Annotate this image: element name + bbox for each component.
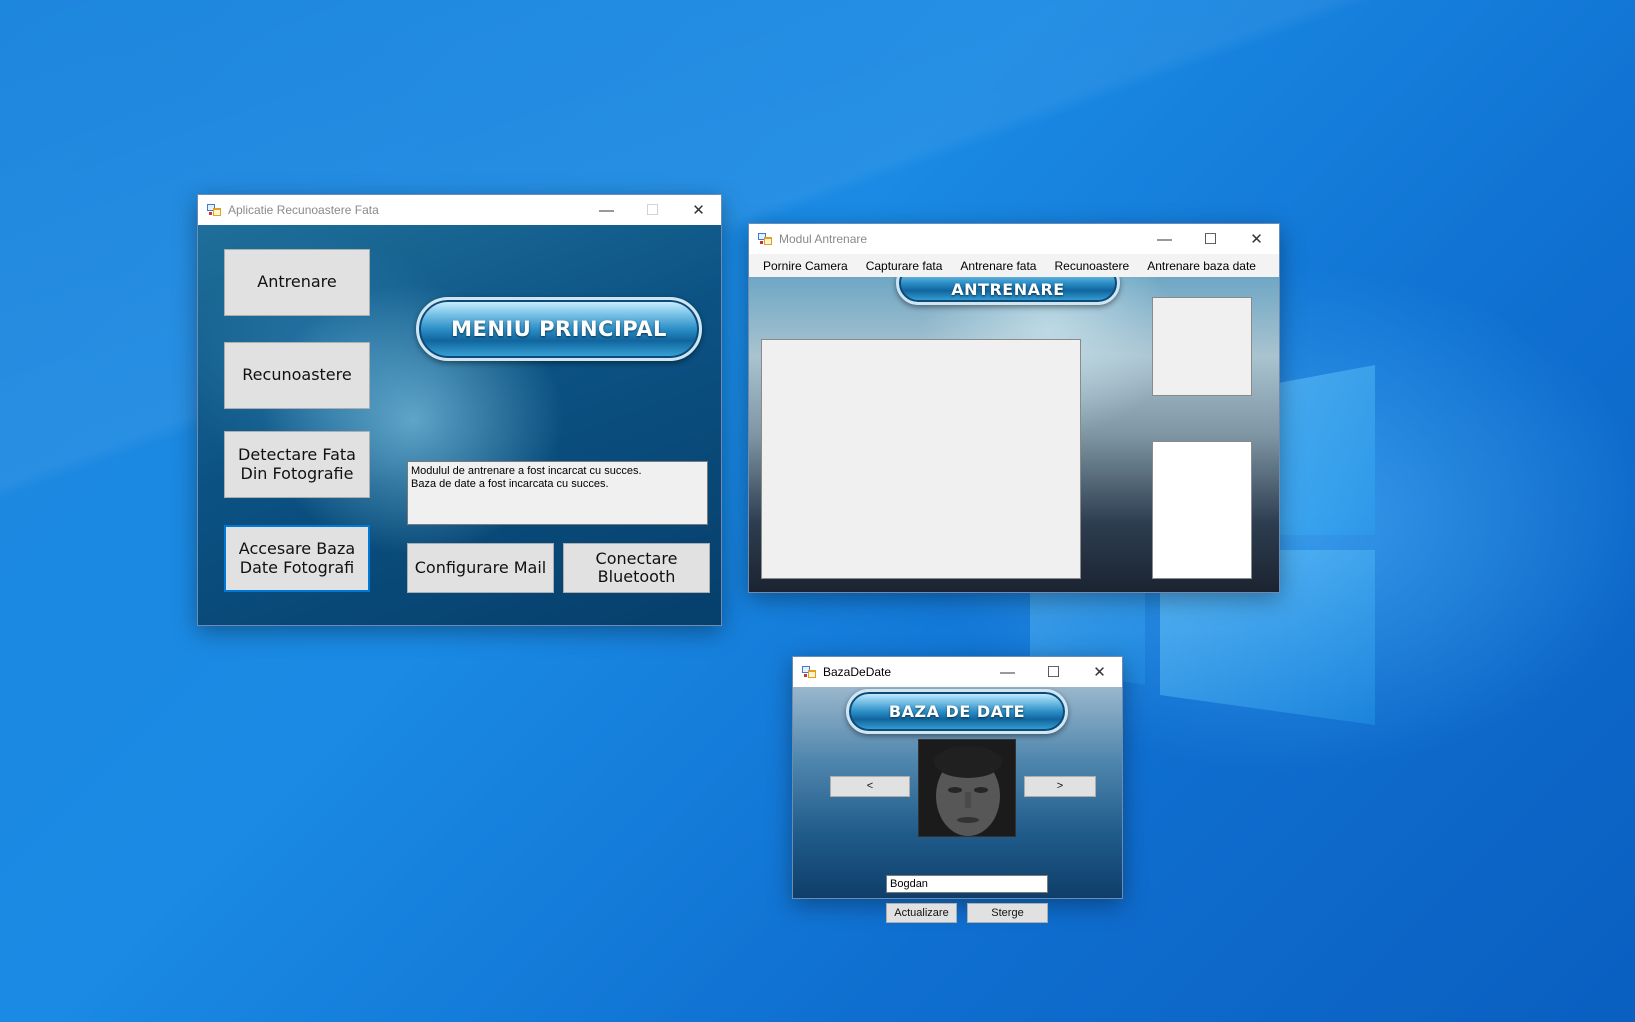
meniu-principal-banner: MENIU PRINCIPAL: [416, 297, 702, 361]
minimize-icon: —: [599, 201, 614, 219]
close-icon: ✕: [1250, 231, 1263, 248]
close-icon: ✕: [692, 202, 705, 219]
actualizare-button[interactable]: Actualizare: [886, 903, 957, 923]
window-title: Aplicatie Recunoastere Fata: [228, 203, 379, 217]
maximize-icon: ☐: [645, 202, 660, 219]
menu-capturare-fata[interactable]: Capturare fata: [857, 259, 952, 273]
configurare-mail-button[interactable]: Configurare Mail: [407, 543, 554, 593]
captured-face-preview: [1152, 297, 1252, 396]
log-line: Modulul de antrenare a fost incarcat cu …: [411, 465, 642, 477]
log-line: Baza de date a fost incarcata cu succes.: [411, 478, 609, 490]
antrenare-banner: ANTRENARE: [896, 277, 1120, 305]
face-photo: [918, 739, 1016, 837]
accesare-baza-date-button[interactable]: Accesare Baza Date Fotografi: [224, 525, 370, 592]
minimize-icon: —: [1000, 663, 1015, 681]
minimize-button[interactable]: —: [584, 195, 629, 225]
close-button[interactable]: ✕: [676, 195, 721, 225]
sterge-button[interactable]: Sterge: [967, 903, 1048, 923]
menu-pornire-camera[interactable]: Pornire Camera: [749, 259, 857, 273]
minimize-button[interactable]: —: [985, 657, 1030, 687]
db-window-client: BAZA DE DATE < > Actualizare Sterge: [793, 687, 1122, 923]
app-window-icon: [207, 204, 221, 216]
recognition-output-panel: [1152, 441, 1252, 579]
recunoastere-button[interactable]: Recunoastere: [224, 342, 370, 409]
training-window-titlebar[interactable]: Modul Antrenare — ☐ ✕: [749, 224, 1279, 254]
camera-preview: [761, 339, 1081, 579]
minimize-icon: —: [1157, 230, 1172, 248]
close-button[interactable]: ✕: [1077, 657, 1122, 687]
training-module-window[interactable]: Modul Antrenare — ☐ ✕ Pornire Camera Cap…: [748, 223, 1280, 593]
antrenare-button[interactable]: Antrenare: [224, 249, 370, 316]
face-image: [919, 740, 1015, 836]
menu-recunoastere[interactable]: Recunoastere: [1045, 259, 1138, 273]
conectare-bluetooth-button[interactable]: Conectare Bluetooth: [563, 543, 710, 593]
menu-antrenare-fata[interactable]: Antrenare fata: [951, 259, 1045, 273]
window-title: BazaDeDate: [823, 665, 892, 679]
database-window[interactable]: BazaDeDate — ☐ ✕ BAZA DE DATE < > Actual…: [792, 656, 1123, 923]
maximize-icon: ☐: [1046, 664, 1061, 681]
main-window-client: Antrenare Recunoastere Detectare Fata Di…: [198, 225, 721, 625]
status-log: Modulul de antrenare a fost incarcat cu …: [407, 461, 708, 525]
maximize-button[interactable]: ☐: [1188, 224, 1233, 254]
person-name-input[interactable]: [886, 875, 1048, 893]
detectare-fata-button[interactable]: Detectare Fata Din Fotografie: [224, 431, 370, 498]
minimize-button[interactable]: —: [1142, 224, 1187, 254]
training-window-client: ANTRENARE: [749, 277, 1279, 592]
close-icon: ✕: [1093, 664, 1106, 681]
window-title: Modul Antrenare: [779, 232, 868, 246]
app-window-icon: [802, 666, 816, 678]
next-button[interactable]: >: [1024, 776, 1096, 797]
maximize-button: ☐: [630, 195, 675, 225]
app-window-icon: [758, 233, 772, 245]
menu-bar: Pornire Camera Capturare fata Antrenare …: [749, 254, 1279, 277]
maximize-icon: ☐: [1203, 231, 1218, 248]
maximize-button[interactable]: ☐: [1031, 657, 1076, 687]
main-menu-window[interactable]: Aplicatie Recunoastere Fata — ☐ ✕ Antren…: [197, 194, 722, 626]
baza-de-date-banner: BAZA DE DATE: [846, 689, 1068, 734]
previous-button[interactable]: <: [830, 776, 910, 797]
main-window-titlebar[interactable]: Aplicatie Recunoastere Fata — ☐ ✕: [198, 195, 721, 225]
menu-antrenare-baza-date[interactable]: Antrenare baza date: [1138, 259, 1265, 273]
close-button[interactable]: ✕: [1234, 224, 1279, 254]
db-window-titlebar[interactable]: BazaDeDate — ☐ ✕: [793, 657, 1122, 687]
